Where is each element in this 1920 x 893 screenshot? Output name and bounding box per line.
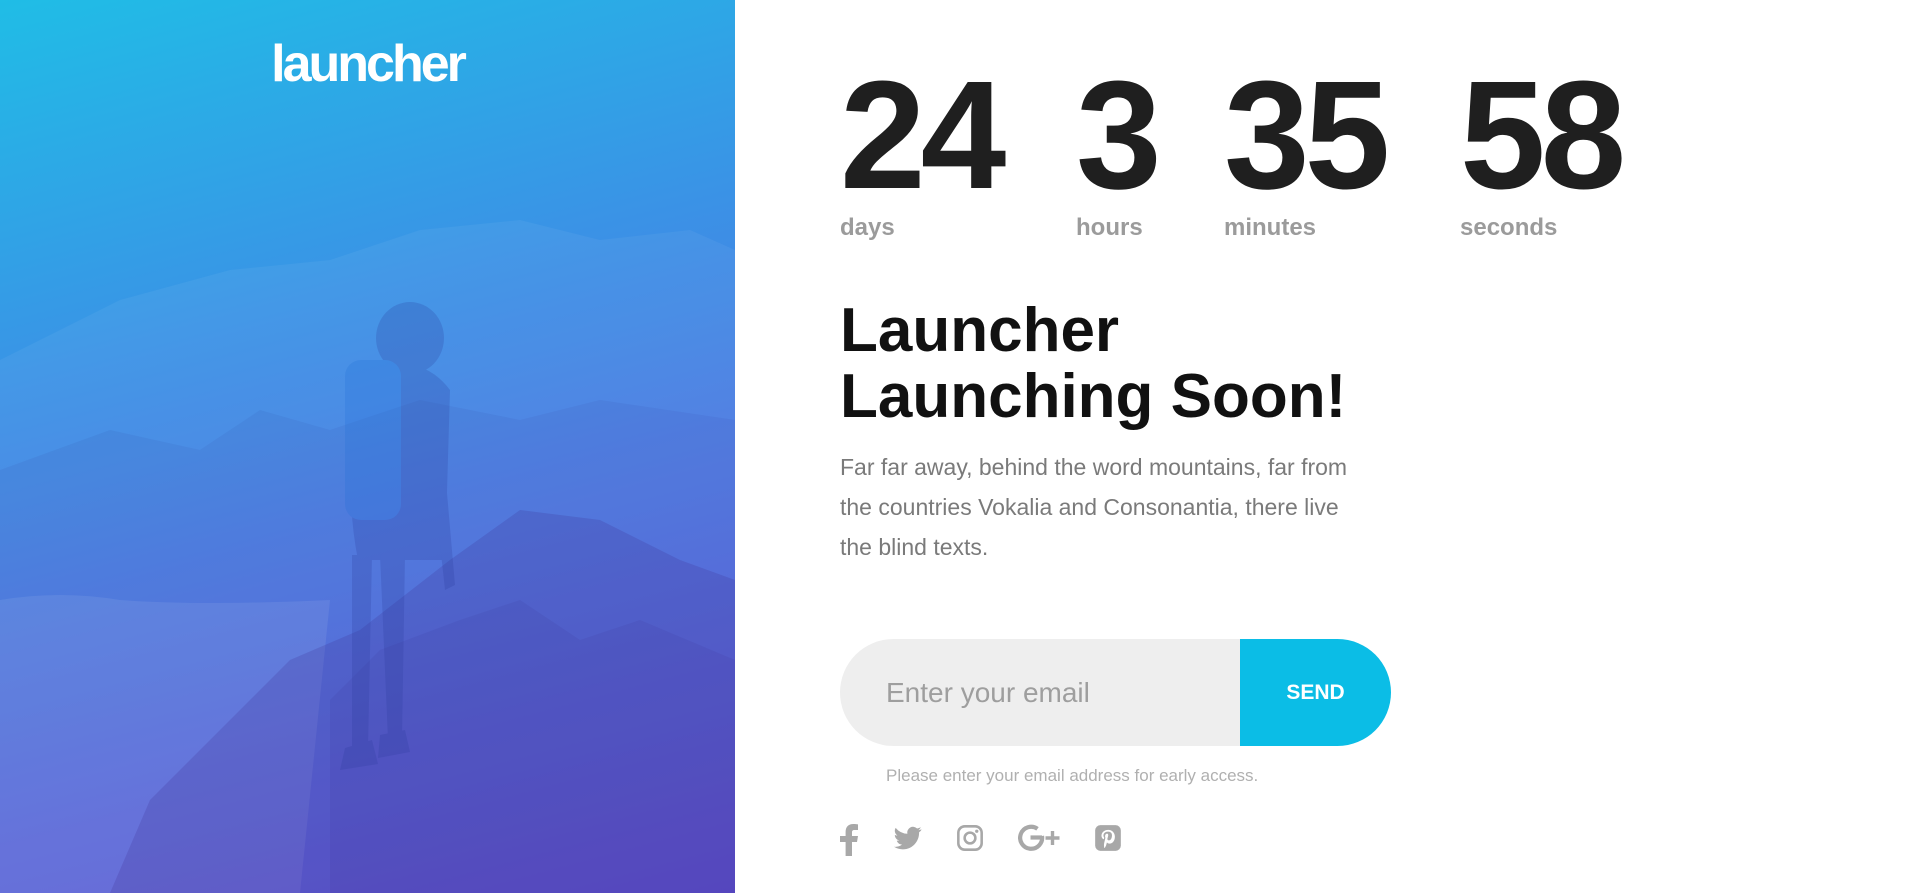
social-links: [840, 824, 1160, 864]
countdown-days-value: 24: [840, 49, 1006, 221]
email-field[interactable]: [840, 639, 1251, 746]
facebook-link[interactable]: [840, 824, 858, 860]
twitter-link[interactable]: [893, 824, 923, 860]
main-content: 24 days 3 hours 35 minutes 58 seconds La…: [840, 0, 1840, 893]
countdown-days: 24 days: [840, 49, 1006, 242]
countdown-hours: 3 hours: [1076, 49, 1162, 242]
instagram-link[interactable]: [956, 824, 984, 860]
logo[interactable]: launcher: [0, 34, 735, 94]
countdown-minutes-value: 35: [1224, 49, 1390, 221]
email-hint: Please enter your email address for earl…: [886, 766, 1259, 785]
countdown-minutes: 35 minutes: [1224, 49, 1390, 242]
send-button[interactable]: SEND: [1240, 639, 1391, 746]
countdown-hours-value: 3: [1076, 49, 1162, 221]
google-plus-icon: [1018, 824, 1060, 851]
page-title-line-2: Launching Soon!: [840, 362, 1347, 431]
twitter-icon: [894, 826, 922, 850]
google-plus-link[interactable]: [1018, 824, 1060, 860]
pinterest-link[interactable]: [1094, 824, 1122, 860]
pinterest-icon: [1095, 825, 1121, 851]
countdown-seconds-value: 58: [1460, 49, 1626, 221]
countdown-seconds: 58 seconds: [1460, 49, 1626, 242]
page-title: Launcher Launching Soon!: [840, 298, 1540, 430]
hero-image-panel: launcher: [0, 0, 735, 893]
instagram-icon: [957, 825, 983, 851]
countdown-timer: 24 days 3 hours 35 minutes 58 seconds: [840, 58, 1740, 241]
hiker-photo: [0, 220, 735, 893]
page-title-line-1: Launcher: [840, 296, 1120, 365]
subscribe-form: SEND: [840, 639, 1391, 746]
facebook-icon: [840, 824, 858, 856]
description-text: Far far away, behind the word mountains,…: [840, 454, 1348, 560]
